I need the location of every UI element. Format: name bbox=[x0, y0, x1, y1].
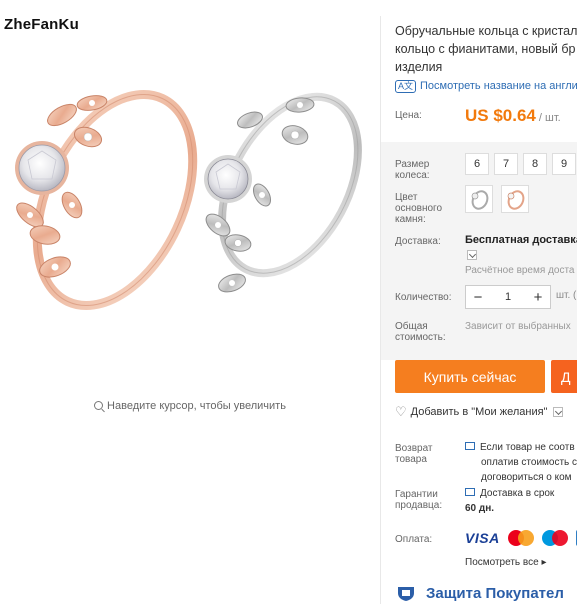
return-line: оплатив стоимость с bbox=[481, 457, 577, 468]
add-to-wishlist-link[interactable]: ♡ Добавить в "Мои желания" bbox=[395, 404, 564, 420]
size-option[interactable]: 8 bbox=[523, 153, 547, 175]
size-label: Размер колеса: bbox=[395, 159, 430, 181]
return-policy-text: Если товар не соотв оплатив стоимость с … bbox=[465, 440, 577, 485]
guarantee-line: 60 дн. bbox=[465, 503, 495, 514]
chevron-right-icon: ▸ bbox=[538, 557, 547, 568]
shield-icon bbox=[398, 587, 414, 601]
product-title-line: кольцо с фианитами, новый бр bbox=[395, 42, 576, 56]
quantity-input[interactable]: 1 bbox=[490, 291, 526, 303]
maestro-icon bbox=[541, 530, 568, 546]
return-icon bbox=[465, 442, 475, 450]
size-option[interactable]: 7 bbox=[494, 153, 518, 175]
size-options: 6 7 8 9 bbox=[465, 153, 576, 175]
price-unit: / шт. bbox=[538, 112, 561, 124]
translate-title-link[interactable]: A文 Посмотреть название на англий bbox=[395, 80, 577, 93]
size-label-line: Размер bbox=[395, 159, 430, 170]
quantity-plus-button[interactable]: + bbox=[526, 289, 550, 306]
wishlist-text: Добавить в "Мои желания" bbox=[410, 406, 548, 418]
guarantee-label-line: продавца: bbox=[395, 500, 443, 511]
size-option[interactable]: 9 bbox=[552, 153, 576, 175]
return-label-line: товара bbox=[395, 454, 427, 465]
magnifier-icon bbox=[94, 401, 104, 410]
visa-icon: VISA bbox=[465, 530, 500, 546]
return-label: Возврат товара bbox=[395, 443, 433, 465]
see-all-payments-link[interactable]: Посмотреть все ▸ bbox=[465, 557, 546, 568]
delivery-value: Бесплатная доставка bbox=[465, 234, 577, 246]
guarantee-label-line: Гарантии bbox=[395, 489, 438, 500]
product-photo[interactable] bbox=[0, 55, 380, 345]
price-label: Цена: bbox=[395, 110, 422, 121]
return-label-line: Возврат bbox=[395, 443, 433, 454]
buy-now-button[interactable]: Купить сейчас bbox=[395, 360, 545, 393]
product-title-line: Обручальные кольца с кристал bbox=[395, 24, 577, 38]
product-title: Обручальные кольца с кристал кольцо с фи… bbox=[395, 22, 577, 76]
price-amount: US $0.64 bbox=[465, 106, 536, 125]
total-label-line: Общая bbox=[395, 321, 428, 332]
buyer-protection[interactable]: Защита Покупател bbox=[395, 584, 564, 602]
total-label-line: стоимость: bbox=[395, 332, 446, 343]
zoom-hint: Наведите курсор, чтобы увеличить bbox=[0, 400, 380, 412]
price: US $0.64/ шт. bbox=[465, 106, 561, 126]
see-all-text: Посмотреть все bbox=[465, 557, 539, 568]
silver-ring-thumbnail[interactable] bbox=[465, 185, 493, 213]
total-value: Зависит от выбранных bbox=[465, 321, 571, 332]
stone-color-options bbox=[465, 185, 529, 213]
stone-label-line: Цвет bbox=[395, 192, 418, 203]
silver-ring bbox=[204, 92, 362, 293]
translate-link-text: Посмотреть название на англий bbox=[420, 80, 577, 92]
delivery-dropdown-icon[interactable] bbox=[467, 250, 477, 260]
mastercard-icon bbox=[507, 530, 534, 546]
product-info-panel: Обручальные кольца с кристал кольцо с фи… bbox=[381, 0, 577, 604]
buyer-protection-text: Защита Покупател bbox=[426, 584, 564, 602]
delivery-truck-icon bbox=[465, 488, 475, 496]
size-option[interactable]: 6 bbox=[465, 153, 489, 175]
quantity-unit: шт. ( bbox=[556, 290, 577, 301]
quantity-minus-button[interactable]: − bbox=[466, 289, 490, 306]
rose-gold-ring-thumbnail[interactable] bbox=[501, 185, 529, 213]
add-to-cart-button[interactable]: Д bbox=[551, 360, 577, 393]
total-label: Общая стоимость: bbox=[395, 321, 446, 343]
return-line: договориться о ком bbox=[481, 472, 572, 483]
guarantee-text: Доставка в срок 60 дн. bbox=[465, 486, 554, 516]
rose-gold-ring bbox=[15, 90, 198, 310]
wishlist-dropdown-icon[interactable] bbox=[553, 407, 564, 417]
delivery-estimate: Расчётное время доста bbox=[465, 265, 575, 276]
product-image-panel[interactable]: ZheFanKu Наведите курсор, чтобы увеличит… bbox=[0, 0, 380, 604]
size-label-line: колеса: bbox=[395, 170, 430, 181]
stone-color-label: Цвет основного камня: bbox=[395, 192, 442, 225]
product-title-line: изделия bbox=[395, 60, 443, 74]
heart-icon: ♡ bbox=[395, 404, 407, 419]
zoom-hint-text: Наведите курсор, чтобы увеличить bbox=[107, 400, 286, 412]
return-line: Если товар не соотв bbox=[480, 442, 575, 453]
payment-methods: VISA bbox=[465, 530, 577, 546]
guarantee-label: Гарантии продавца: bbox=[395, 489, 442, 511]
payment-label: Оплата: bbox=[395, 534, 433, 545]
delivery-label: Доставка: bbox=[395, 236, 441, 247]
stone-label-line: камня: bbox=[395, 214, 426, 225]
stone-label-line: основного bbox=[395, 203, 443, 214]
translate-icon: A文 bbox=[395, 80, 417, 93]
quantity-stepper: − 1 + bbox=[465, 285, 551, 309]
quantity-label: Количество: bbox=[395, 292, 452, 303]
guarantee-line: Доставка в срок bbox=[480, 488, 555, 499]
brand-watermark: ZheFanKu bbox=[4, 16, 79, 33]
